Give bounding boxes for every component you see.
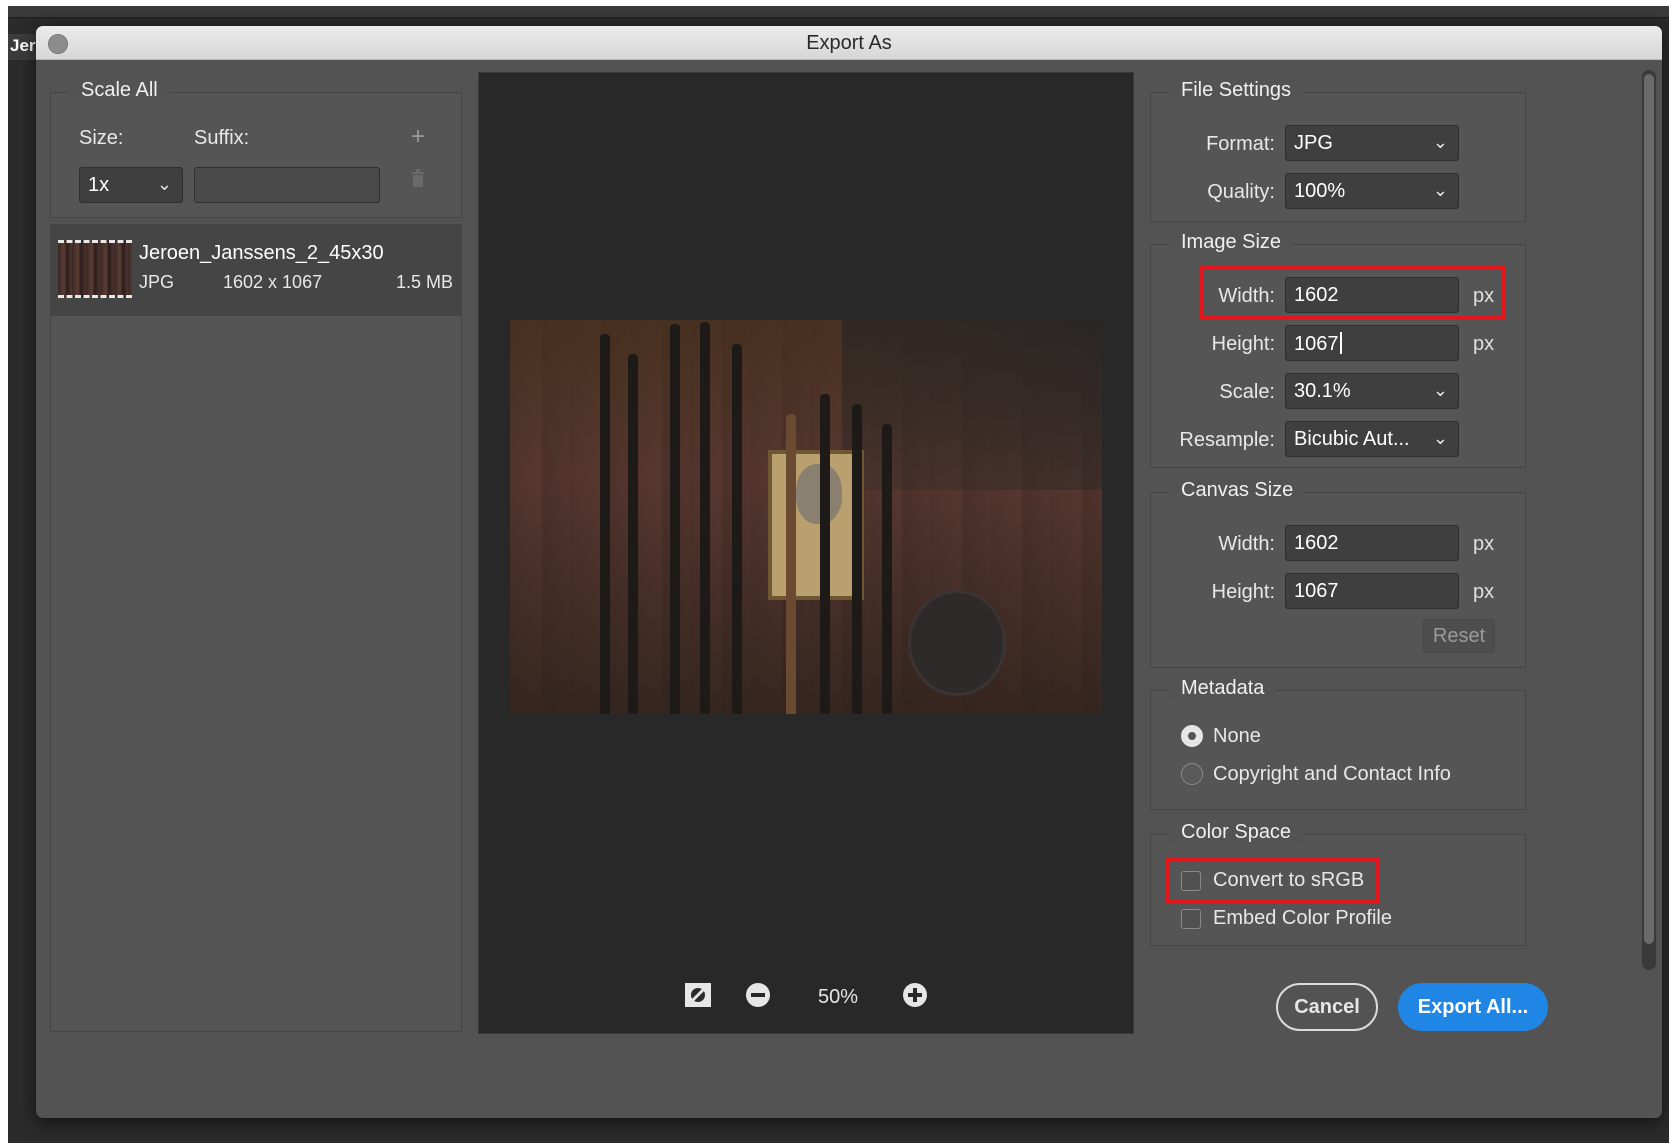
trash-icon[interactable] xyxy=(411,169,425,187)
canvas-width-unit: px xyxy=(1473,533,1495,555)
plus-icon[interactable]: + xyxy=(411,123,425,151)
scale-all-legend: Scale All xyxy=(69,79,170,102)
canvas-width-label: Width: xyxy=(1218,533,1275,555)
chevron-down-icon: ⌄ xyxy=(1432,380,1448,400)
dialog-title: Export As xyxy=(806,32,892,54)
metadata-legend: Metadata xyxy=(1169,677,1277,700)
scale-select-value: 30.1% xyxy=(1294,380,1351,402)
color-space-legend: Color Space xyxy=(1169,821,1304,844)
file-thumbnail xyxy=(58,240,132,298)
canvas-height-label: Height: xyxy=(1211,581,1275,603)
file-name: Jeroen_Janssens_2_45x30 xyxy=(139,242,384,264)
format-select[interactable]: JPG ⌄ xyxy=(1285,125,1459,161)
image-height-unit: px xyxy=(1473,333,1495,355)
format-label: Format: xyxy=(1206,133,1275,155)
scale-all-group: Scale All Size: Suffix: + 1x ⌄ xyxy=(50,79,462,218)
metadata-none-radio[interactable] xyxy=(1181,725,1203,747)
resample-select-value: Bicubic Aut... xyxy=(1294,428,1410,450)
resample-select[interactable]: Bicubic Aut... ⌄ xyxy=(1285,421,1459,457)
file-list-item[interactable]: Jeroen_Janssens_2_45x30 JPG 1602 x 1067 … xyxy=(50,224,462,316)
metadata-none-label: None xyxy=(1213,725,1261,747)
resample-label: Resample: xyxy=(1179,429,1275,451)
toggle-preview-icon[interactable] xyxy=(684,982,712,1008)
metadata-copyright-radio[interactable] xyxy=(1181,763,1203,785)
file-settings-group: File Settings Format: JPG ⌄ Quality: 100… xyxy=(1150,79,1526,222)
canvas-width-input[interactable]: 1602 xyxy=(1285,525,1459,561)
export-as-dialog: Export As Scale All Size: Suffix: + 1x ⌄… xyxy=(36,26,1662,1118)
image-height-label: Height: xyxy=(1211,333,1275,355)
chevron-down-icon: ⌄ xyxy=(156,174,172,194)
image-size-legend: Image Size xyxy=(1169,231,1294,254)
quality-label: Quality: xyxy=(1207,181,1275,203)
chevron-down-icon: ⌄ xyxy=(1432,132,1448,152)
file-list-panel xyxy=(50,224,462,1032)
size-label: Size: xyxy=(79,127,124,149)
embed-profile-checkbox[interactable] xyxy=(1181,909,1201,929)
close-window-button[interactable] xyxy=(48,34,68,54)
text-caret xyxy=(1339,332,1342,354)
export-all-button[interactable]: Export All... xyxy=(1398,983,1548,1031)
quality-select[interactable]: 100% ⌄ xyxy=(1285,173,1459,209)
scale-label: Scale: xyxy=(1219,381,1275,403)
file-dimensions: 1602 x 1067 xyxy=(223,272,323,292)
embed-profile-label: Embed Color Profile xyxy=(1213,907,1392,929)
zoom-level: 50% xyxy=(818,986,859,1008)
file-size: 1.5 MB xyxy=(396,272,454,292)
scrollbar-thumb[interactable] xyxy=(1644,74,1654,944)
canvas-height-input[interactable]: 1067 xyxy=(1285,573,1459,609)
format-select-value: JPG xyxy=(1294,132,1333,154)
canvas-size-group: Canvas Size Width: 1602 px Height: 1067 … xyxy=(1150,479,1526,668)
dialog-titlebar: Export As xyxy=(36,26,1662,60)
file-format: JPG xyxy=(139,272,175,292)
zoom-out-icon[interactable] xyxy=(745,982,771,1008)
zoom-in-icon[interactable] xyxy=(902,982,928,1008)
reset-button[interactable]: Reset xyxy=(1423,619,1495,653)
size-select-value: 1x xyxy=(88,174,110,196)
suffix-label: Suffix: xyxy=(194,127,250,149)
metadata-copyright-label: Copyright and Contact Info xyxy=(1213,763,1451,785)
canvas-height-unit: px xyxy=(1473,581,1495,603)
cancel-button[interactable]: Cancel xyxy=(1276,983,1378,1031)
quality-select-value: 100% xyxy=(1294,180,1346,202)
metadata-group: Metadata None Copyright and Contact Info xyxy=(1150,677,1526,810)
width-highlight-box xyxy=(1200,266,1506,320)
file-settings-legend: File Settings xyxy=(1169,79,1304,102)
suffix-input[interactable] xyxy=(194,167,380,203)
srgb-highlight-box xyxy=(1166,858,1380,904)
size-select[interactable]: 1x ⌄ xyxy=(79,167,183,203)
image-height-value: 1067 xyxy=(1294,333,1339,355)
chevron-down-icon: ⌄ xyxy=(1432,428,1448,448)
scale-select[interactable]: 30.1% ⌄ xyxy=(1285,373,1459,409)
chevron-down-icon: ⌄ xyxy=(1432,180,1448,200)
background-toolbar xyxy=(8,6,1669,18)
canvas-size-legend: Canvas Size xyxy=(1169,479,1306,502)
image-height-input[interactable]: 1067 xyxy=(1285,325,1459,361)
settings-scrollbar[interactable] xyxy=(1642,70,1656,970)
preview-image xyxy=(510,320,1102,714)
